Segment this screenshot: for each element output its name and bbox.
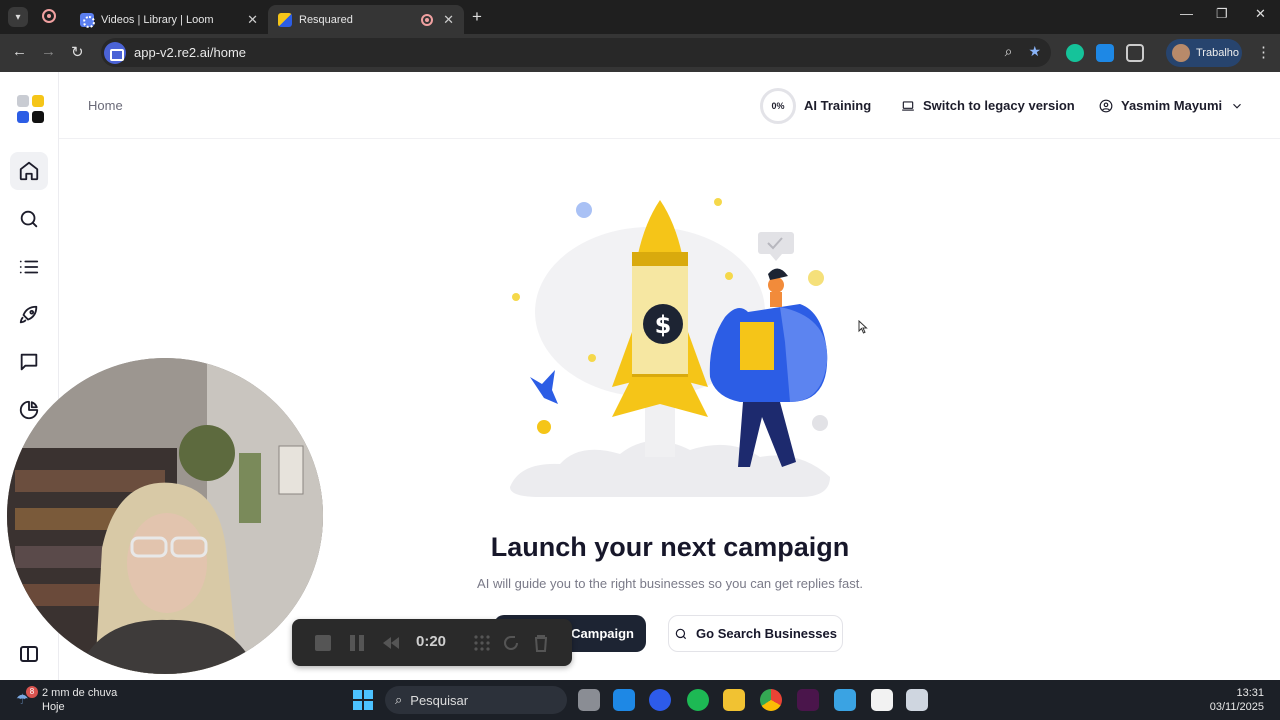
resquared-logo[interactable] — [17, 95, 45, 125]
forward-icon[interactable]: → — [41, 43, 56, 60]
address-bar[interactable]: app-v2.re2.ai/home ⌕ ★ — [101, 38, 1051, 67]
windows-taskbar: ☂ 8 2 mm de chuva Hoje ⌕ Pesquisar 13:31… — [0, 680, 1280, 720]
trash-icon[interactable] — [532, 634, 550, 652]
slack-icon[interactable] — [797, 689, 819, 711]
minimize-icon[interactable]: — — [1180, 6, 1193, 21]
breadcrumb[interactable]: Home — [88, 98, 123, 113]
resquared-favicon-icon — [278, 12, 292, 27]
switch-legacy-label: Switch to legacy version — [923, 98, 1075, 113]
webcam-feed — [7, 358, 323, 674]
home-icon — [19, 161, 39, 181]
file-explorer-icon[interactable] — [723, 689, 745, 711]
notion-icon[interactable] — [871, 689, 893, 711]
pause-icon[interactable] — [348, 634, 366, 652]
grammarly-extension-icon[interactable] — [1066, 44, 1084, 62]
puzzle-extensions-icon[interactable] — [1126, 44, 1144, 62]
start-campaign-label: Campaign — [571, 626, 634, 641]
rocket-launch-illustration: $ — [510, 198, 830, 497]
switch-legacy-button[interactable]: Switch to legacy version — [901, 98, 1075, 113]
collapse-sidebar-icon[interactable] — [20, 646, 38, 662]
hero-headline: Launch your next campaign — [490, 532, 850, 562]
user-name: Yasmim Mayumi — [1121, 98, 1223, 113]
loom-favicon-icon — [80, 12, 95, 28]
recording-timer: 0:20 — [416, 633, 447, 650]
tab-title: Resquared — [299, 13, 353, 26]
task-view-icon[interactable] — [578, 689, 600, 711]
rewind-icon[interactable] — [382, 634, 400, 652]
notepad-icon[interactable] — [834, 689, 856, 711]
system-clock[interactable]: 13:31 03/11/2025 — [1210, 686, 1264, 714]
tab-loom[interactable]: Videos | Library | Loom ✕ — [70, 5, 268, 34]
stop-icon[interactable] — [314, 634, 332, 652]
ai-training-label[interactable]: AI Training — [804, 98, 871, 113]
top-header: Home 0% AI Training Switch to legacy ver… — [59, 72, 1280, 139]
clock-time: 13:31 — [1236, 687, 1264, 699]
browser-toolbar: ← → ↻ app-v2.re2.ai/home ⌕ ★ Trabalho ⋮ — [0, 34, 1280, 72]
grid-icon[interactable] — [473, 634, 491, 652]
chevron-down-icon — [1233, 103, 1242, 109]
sidebar-item-search[interactable] — [10, 200, 48, 238]
mouse-cursor-icon — [858, 320, 868, 334]
back-icon[interactable]: ← — [12, 43, 27, 60]
taskbar-search[interactable]: ⌕ Pesquisar — [385, 686, 567, 714]
reload-icon[interactable]: ↻ — [71, 43, 84, 61]
new-tab-button[interactable]: + — [472, 7, 482, 27]
ai-training-progress-ring[interactable]: 0% — [760, 88, 796, 124]
tab-resquared[interactable]: Resquared ✕ — [268, 5, 464, 34]
user-circle-icon — [1099, 99, 1113, 112]
profile-button[interactable]: Trabalho — [1166, 39, 1242, 67]
pie-chart-icon — [19, 400, 39, 420]
weather-widget[interactable]: ☂ 8 2 mm de chuva Hoje — [16, 686, 117, 714]
laptop-icon — [902, 100, 914, 111]
browser-tab-strip: ▾ Videos | Library | Loom ✕ Resquared ✕ … — [0, 0, 1280, 34]
tab-close-icon[interactable]: ✕ — [443, 12, 454, 28]
ai-training-percent: 0% — [771, 101, 785, 111]
notification-badge: 8 — [26, 686, 38, 698]
tab-search-button[interactable]: ▾ — [8, 7, 28, 27]
weather-text-line1: 2 mm de chuva — [42, 687, 118, 699]
windows-start-icon[interactable] — [353, 690, 373, 710]
zoom-app-icon[interactable] — [649, 689, 671, 711]
sidebar-item-campaigns[interactable] — [10, 296, 48, 334]
zoom-icon[interactable]: ⌕ — [1005, 43, 1013, 60]
sidebar-item-messages[interactable] — [10, 343, 48, 381]
clock-date: 03/11/2025 — [1209, 701, 1264, 713]
search-icon: ⌕ — [395, 692, 403, 707]
snipping-tool-icon[interactable] — [906, 689, 928, 711]
tab-title: Videos | Library | Loom — [101, 13, 214, 26]
sidebar-item-lists[interactable] — [10, 248, 48, 286]
app-icon[interactable] — [613, 689, 635, 711]
restore-icon[interactable]: ❐ — [1216, 6, 1228, 22]
go-search-label: Go Search Businesses — [696, 626, 837, 641]
restart-icon[interactable] — [502, 634, 520, 652]
chat-icon — [20, 353, 38, 371]
recording-indicator-icon — [421, 13, 434, 26]
sidebar-item-home[interactable] — [10, 152, 48, 190]
taskbar-search-placeholder: Pesquisar — [410, 692, 469, 708]
hero-subtitle: AI will guide you to the right businesse… — [477, 576, 863, 591]
list-icon — [19, 260, 39, 274]
avatar — [1172, 44, 1190, 62]
svg-text:$: $ — [655, 311, 672, 339]
site-info-icon[interactable] — [104, 41, 126, 64]
profile-label: Trabalho — [1196, 47, 1240, 59]
url-text[interactable]: app-v2.re2.ai/home — [134, 45, 246, 60]
extension-icon[interactable] — [1096, 44, 1114, 62]
user-menu[interactable]: Yasmim Mayumi — [1099, 98, 1244, 113]
webcam-bubble[interactable] — [7, 358, 323, 674]
browser-menu-icon[interactable]: ⋮ — [1256, 43, 1271, 61]
spotify-icon[interactable] — [687, 689, 709, 711]
close-window-icon[interactable]: ✕ — [1255, 6, 1266, 22]
pinned-tab-recording-icon[interactable] — [42, 9, 56, 23]
rocket-icon — [19, 305, 38, 324]
weather-text-line2: Hoje — [42, 701, 65, 713]
bookmark-star-icon[interactable]: ★ — [1028, 43, 1041, 60]
tab-close-icon[interactable]: ✕ — [247, 12, 258, 28]
go-search-businesses-button[interactable]: Go Search Businesses — [668, 615, 843, 652]
search-icon — [675, 628, 687, 639]
chrome-icon[interactable] — [760, 689, 782, 711]
search-icon — [20, 210, 38, 228]
